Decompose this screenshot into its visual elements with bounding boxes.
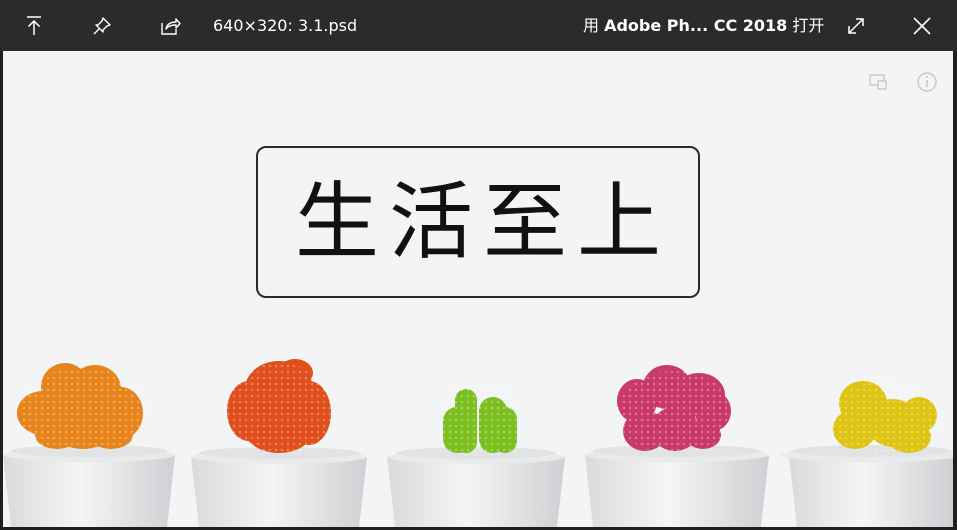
cactus-orange	[17, 363, 147, 455]
pot-3	[387, 450, 565, 527]
open-with-app: Adobe Ph... CC 2018	[604, 16, 788, 35]
pot-2	[191, 450, 367, 527]
share-icon	[159, 16, 181, 36]
upload-button[interactable]	[16, 0, 52, 51]
fullscreen-button[interactable]	[838, 0, 874, 51]
pin-icon	[92, 16, 112, 36]
info-icon[interactable]	[916, 71, 938, 93]
caption-text: 生活至上	[294, 173, 671, 271]
cactus-pink	[617, 365, 733, 455]
image-canvas[interactable]: 生活至上	[3, 51, 953, 527]
open-with-button[interactable]: 用 Adobe Ph... CC 2018 打开	[583, 0, 824, 51]
cast-icon[interactable]	[867, 71, 889, 93]
expand-icon	[846, 16, 866, 36]
pot-4	[585, 448, 769, 527]
share-button[interactable]	[152, 0, 188, 51]
cactus-green	[443, 389, 517, 453]
open-with-suffix: 打开	[787, 16, 825, 35]
close-icon	[912, 16, 932, 36]
title-bar: 640×320: 3.1.psd 用 Adobe Ph... CC 2018 打…	[0, 0, 957, 51]
pin-button[interactable]	[84, 0, 120, 51]
caption-frame: 生活至上	[256, 146, 700, 298]
file-info-label: 640×320: 3.1.psd	[213, 16, 358, 35]
close-button[interactable]	[904, 0, 940, 51]
cactus-yellow	[829, 381, 941, 457]
pot-5	[781, 448, 953, 527]
open-with-prefix: 用	[583, 16, 605, 35]
pot-1	[3, 448, 175, 527]
cactus-red	[225, 359, 333, 455]
image-viewer-window: 640×320: 3.1.psd 用 Adobe Ph... CC 2018 打…	[0, 0, 957, 530]
upload-icon	[24, 15, 44, 37]
